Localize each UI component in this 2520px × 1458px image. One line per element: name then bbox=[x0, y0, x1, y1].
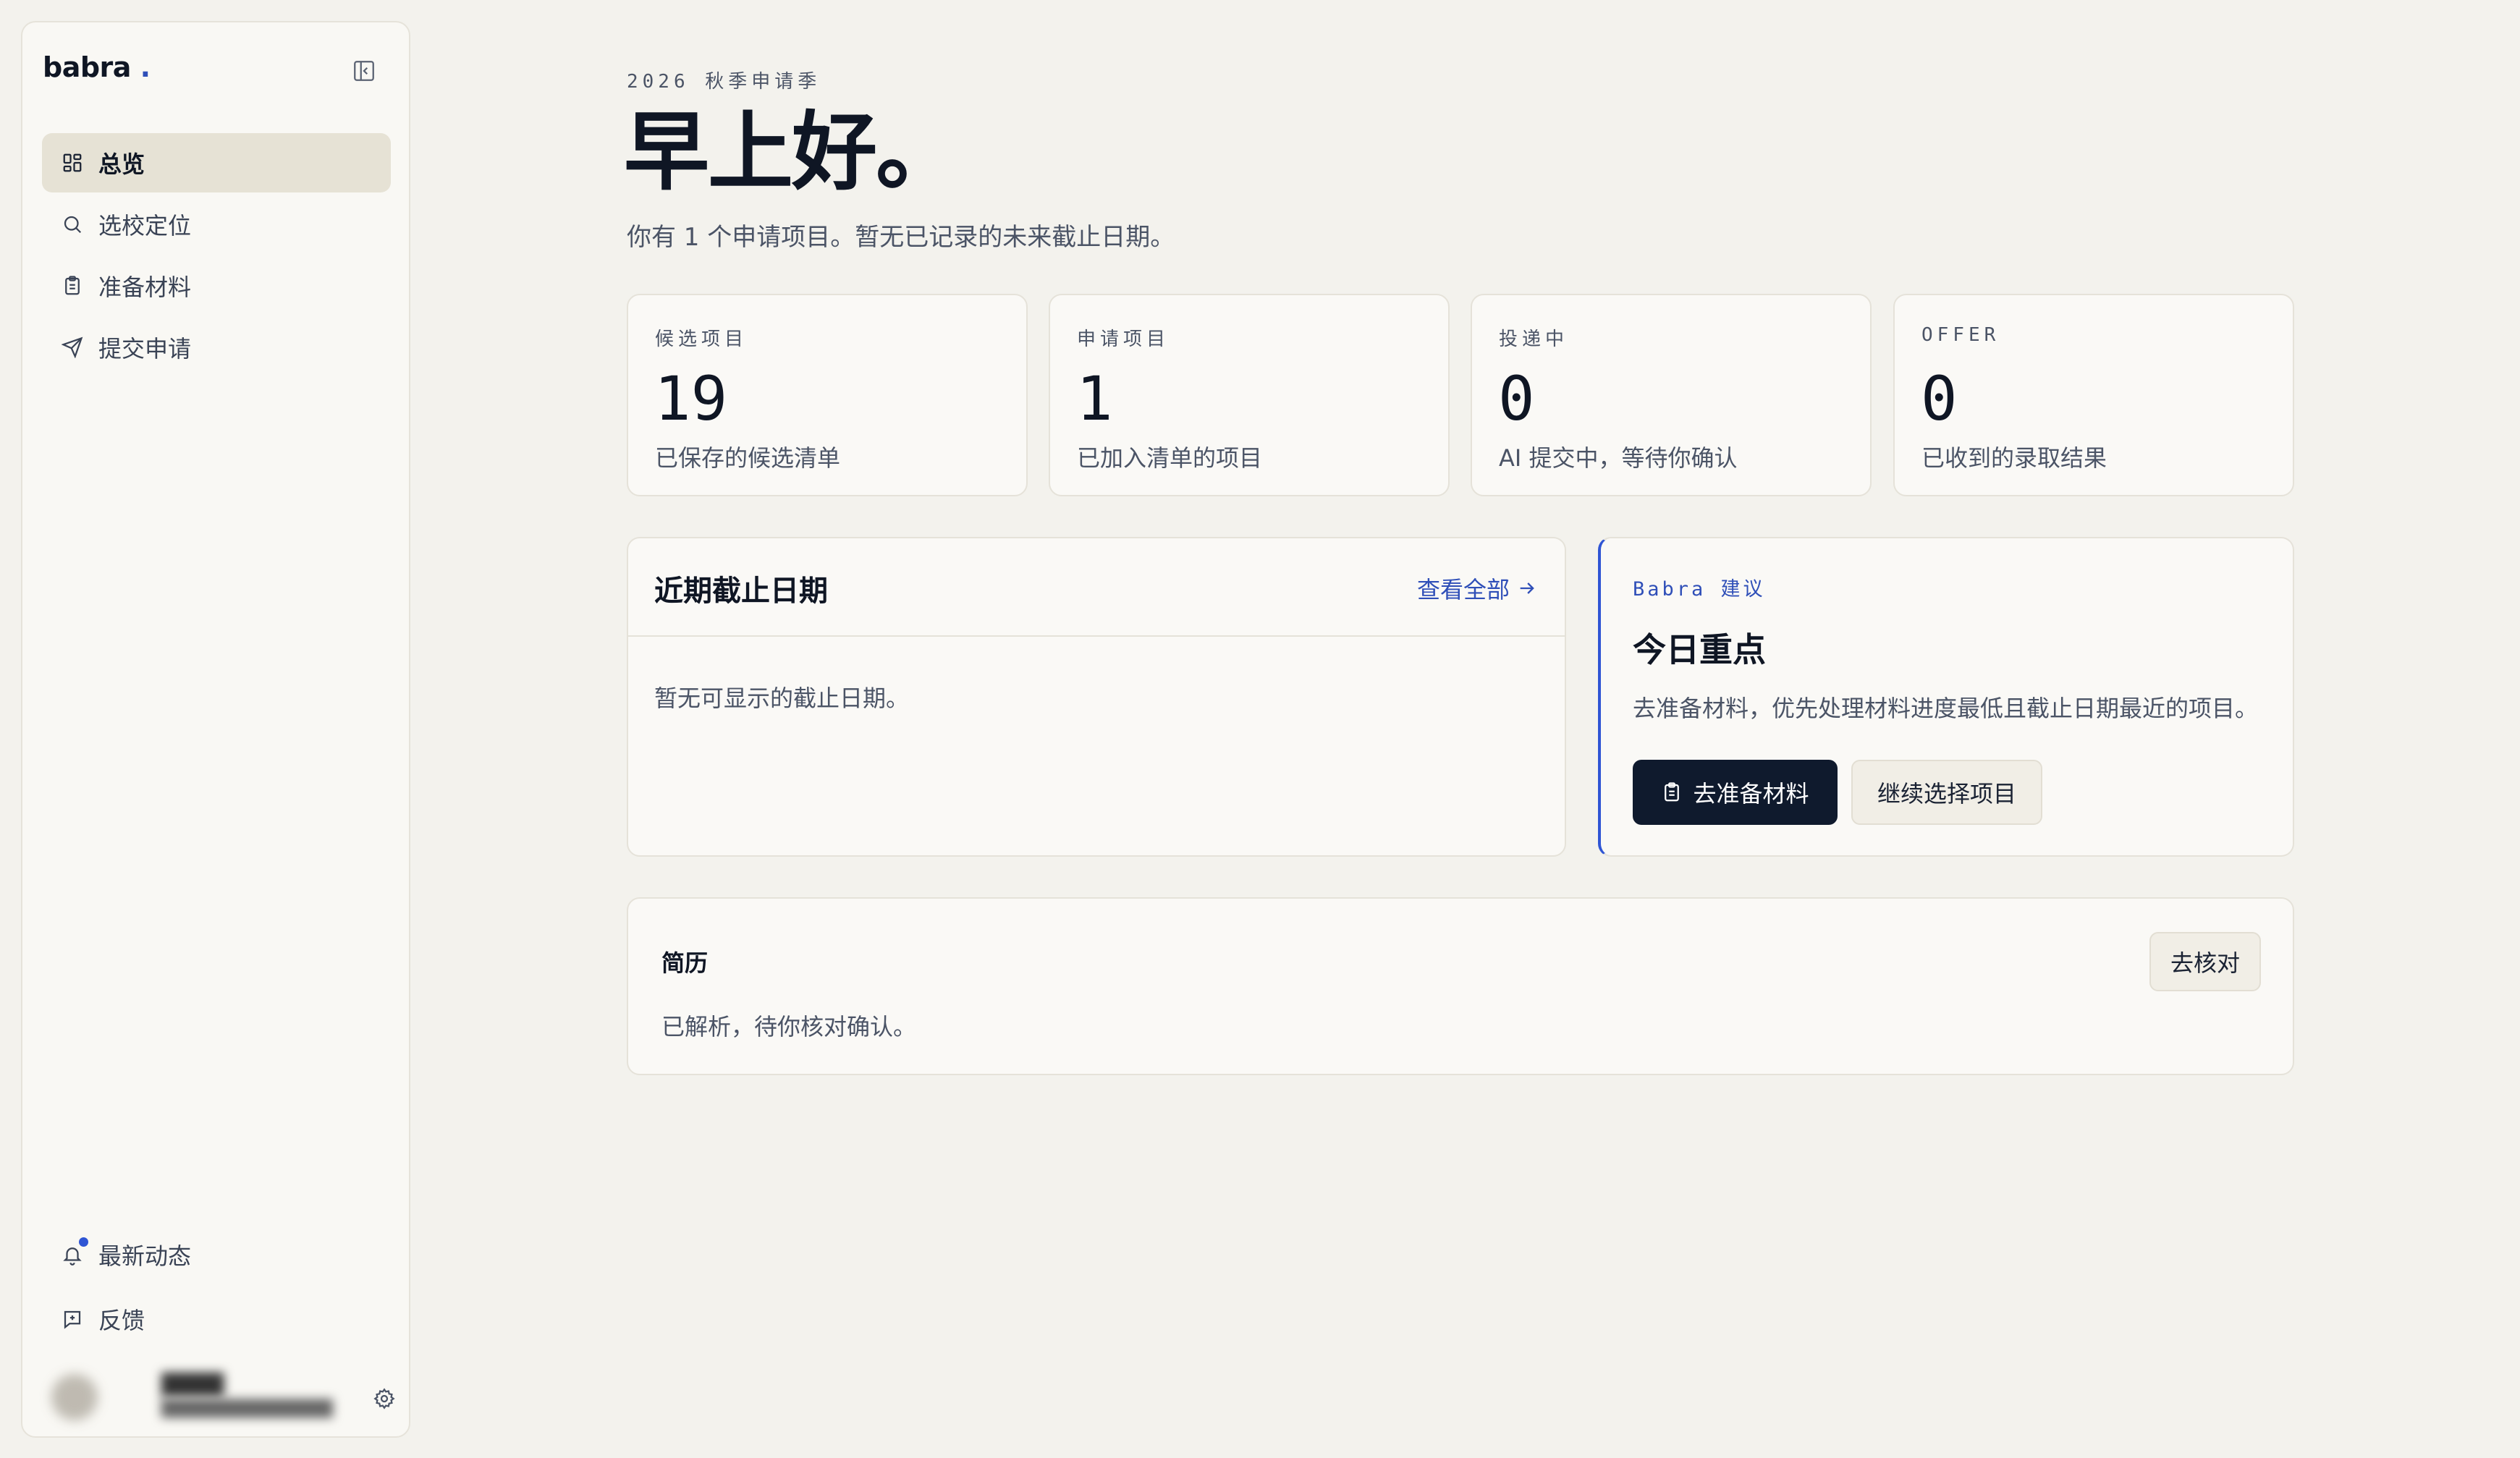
stat-value: 0 bbox=[1498, 363, 1535, 434]
clipboard-icon bbox=[58, 271, 87, 300]
user-profile[interactable]: ████ ██████████████ bbox=[51, 1368, 399, 1429]
sidebar-item-label: 选校定位 bbox=[98, 212, 192, 240]
stat-desc: AI 提交中，等待你确认 bbox=[1499, 444, 1738, 472]
gear-icon[interactable] bbox=[368, 1383, 400, 1415]
bottom-nav: 最新动态 反馈 bbox=[42, 1224, 391, 1352]
page-subtitle: 你有 1 个申请项目。暂无已记录的未来截止日期。 bbox=[627, 223, 1175, 252]
send-icon bbox=[58, 333, 87, 362]
avatar bbox=[51, 1374, 98, 1420]
button-label: 去核对 bbox=[2170, 949, 2240, 977]
deadlines-title: 近期截止日期 bbox=[654, 575, 828, 608]
sidebar-item-overview[interactable]: 总览 bbox=[42, 133, 391, 192]
sidebar-item-school-selection[interactable]: 选校定位 bbox=[42, 195, 391, 254]
button-label: 继续选择项目 bbox=[1877, 780, 2016, 808]
continue-selecting-button[interactable]: 继续选择项目 bbox=[1851, 760, 2042, 825]
suggestion-title: 今日重点 bbox=[1633, 630, 1766, 669]
user-email-redacted: ██████████████ bbox=[161, 1400, 333, 1418]
button-label: 去准备材料 bbox=[1693, 780, 1809, 808]
stat-label: 候选项目 bbox=[655, 329, 748, 350]
stat-desc: 已加入清单的项目 bbox=[1077, 444, 1263, 472]
sidebar-item-label: 提交申请 bbox=[98, 335, 192, 363]
deadlines-header: 近期截止日期 查看全部 bbox=[628, 538, 1565, 637]
stat-desc: 已收到的录取结果 bbox=[1921, 444, 2107, 472]
user-name-redacted: ████ bbox=[161, 1373, 224, 1396]
suggestion-desc: 去准备材料，优先处理材料进度最低且截止日期最近的项目。 bbox=[1633, 695, 2259, 722]
view-all-label: 查看全部 bbox=[1416, 576, 1510, 603]
stat-label: OFFER bbox=[1921, 324, 2000, 346]
sidebar-item-label: 最新动态 bbox=[98, 1242, 192, 1270]
search-icon bbox=[58, 210, 87, 239]
bell-icon bbox=[58, 1237, 88, 1269]
sidebar-item-label: 反馈 bbox=[98, 1307, 145, 1334]
deadlines-panel: 近期截止日期 查看全部 暂无可显示的截止日期。 bbox=[627, 537, 1566, 857]
stat-card-candidates[interactable]: 候选项目 19 已保存的候选清单 bbox=[627, 294, 1028, 496]
prepare-materials-button[interactable]: 去准备材料 bbox=[1633, 760, 1838, 825]
sidebar-item-submit[interactable]: 提交申请 bbox=[42, 318, 391, 377]
main-nav: 总览 选校定位 准备材料 提交申请 bbox=[42, 133, 391, 379]
stat-card-submitting[interactable]: 投递中 0 AI 提交中，等待你确认 bbox=[1471, 294, 1872, 496]
sidebar-item-feedback[interactable]: 反馈 bbox=[42, 1288, 391, 1350]
sidebar-item-materials[interactable]: 准备材料 bbox=[42, 256, 391, 315]
view-all-link[interactable]: 查看全部 bbox=[1417, 572, 1537, 605]
resume-panel: 简历 已解析，待你核对确认。 去核对 bbox=[627, 897, 2294, 1075]
stat-label: 申请项目 bbox=[1077, 329, 1170, 350]
suggestion-tag: Babra 建议 bbox=[1633, 578, 1766, 601]
stat-card-applications[interactable]: 申请项目 1 已加入清单的项目 bbox=[1049, 294, 1450, 496]
stat-desc: 已保存的候选清单 bbox=[655, 444, 841, 472]
stat-label: 投递中 bbox=[1499, 329, 1569, 350]
arrow-right-icon bbox=[1517, 578, 1537, 598]
brand-name: babra bbox=[43, 51, 131, 83]
suggestion-panel: Babra 建议 今日重点 去准备材料，优先处理材料进度最低且截止日期最近的项目… bbox=[1598, 537, 2294, 857]
verify-resume-button[interactable]: 去核对 bbox=[2149, 932, 2261, 991]
collapse-sidebar-icon[interactable] bbox=[348, 55, 380, 87]
stat-value: 1 bbox=[1076, 363, 1113, 434]
resume-title: 简历 bbox=[661, 949, 709, 977]
stat-value: 19 bbox=[654, 363, 728, 434]
feedback-icon bbox=[58, 1305, 87, 1334]
sidebar-item-updates[interactable]: 最新动态 bbox=[42, 1224, 391, 1286]
stat-card-offers[interactable]: OFFER 0 已收到的录取结果 bbox=[1893, 294, 2294, 496]
season-eyebrow: 2026 秋季申请季 bbox=[627, 71, 821, 93]
deadlines-empty-state: 暂无可显示的截止日期。 bbox=[654, 685, 910, 712]
sidebar-item-label: 总览 bbox=[98, 151, 145, 178]
stat-value: 0 bbox=[1921, 363, 1958, 434]
page-title: 早上好。 bbox=[624, 102, 961, 202]
brand-logo[interactable]: babra . bbox=[43, 51, 151, 83]
sidebar-item-label: 准备材料 bbox=[98, 274, 192, 301]
sidebar: babra . 总览 选校定位 准备材料 提交申请 最新动态 反馈 ████ █… bbox=[21, 21, 410, 1438]
dashboard-grid-icon bbox=[58, 148, 87, 177]
clipboard-icon bbox=[1661, 781, 1683, 803]
brand-dot: . bbox=[140, 51, 151, 83]
resume-desc: 已解析，待你核对确认。 bbox=[661, 1013, 917, 1040]
notification-dot bbox=[79, 1237, 88, 1247]
